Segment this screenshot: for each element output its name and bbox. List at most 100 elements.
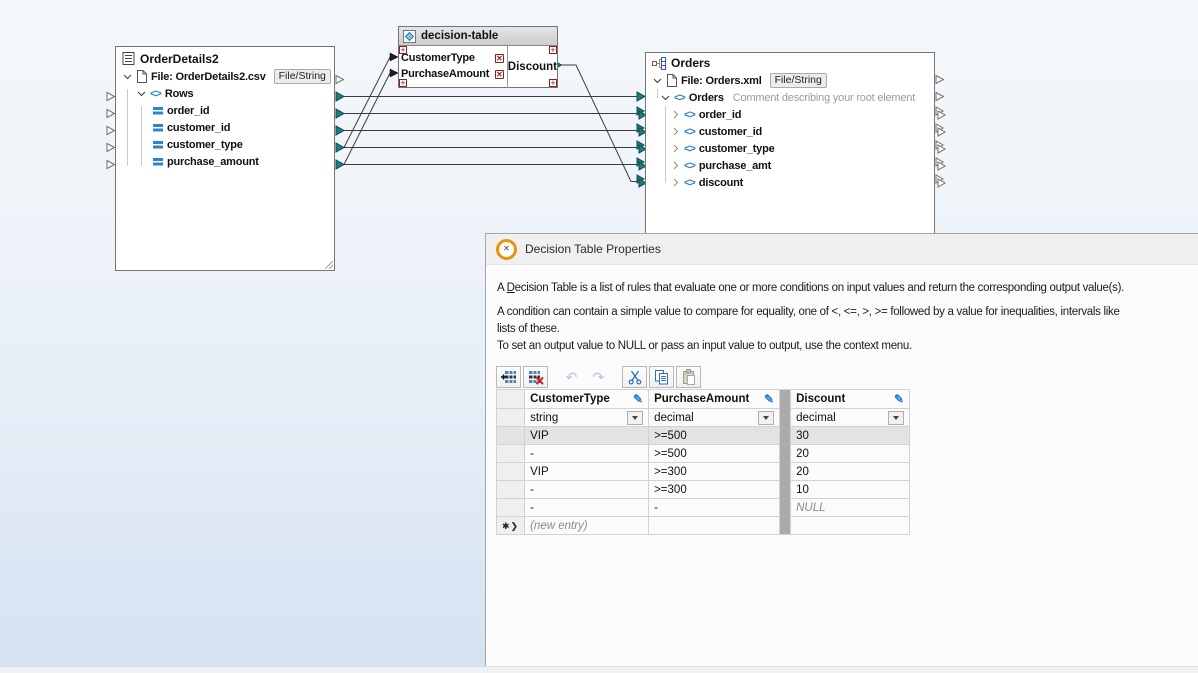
add-input-icon[interactable]: +	[399, 46, 407, 54]
cut-button[interactable]	[622, 366, 647, 388]
tree-row-file[interactable]: File: Orders.xml File/String	[646, 72, 934, 89]
new-entry-cell[interactable]: (new entry)	[525, 517, 649, 535]
column-header-discount[interactable]: ✎Discount	[791, 390, 910, 409]
undo-button[interactable]: ↶	[559, 366, 584, 388]
redo-button[interactable]: ↷	[586, 366, 611, 388]
node-label: customer_id	[167, 122, 230, 134]
tree-row-field[interactable]: customer_type	[116, 136, 334, 153]
file-string-badge[interactable]: File/String	[770, 73, 827, 88]
row-header-cell[interactable]	[497, 481, 525, 499]
column-header-purchaseamount[interactable]: ✎PurchaseAmount	[649, 390, 780, 409]
tree-row-file[interactable]: File: OrderDetails2.csv File/String	[116, 68, 334, 85]
grid-cell[interactable]	[649, 517, 780, 535]
grid-rule-row: - >=300 10	[497, 481, 910, 499]
remove-input-icon[interactable]: ✕	[495, 70, 504, 79]
copy-button[interactable]	[649, 366, 674, 388]
row-header-cell[interactable]	[497, 445, 525, 463]
source-output-connectors[interactable]	[336, 76, 344, 170]
grid-cell[interactable]: -	[525, 499, 649, 517]
add-output-icon[interactable]: +	[549, 79, 557, 87]
field-equals-icon	[153, 106, 163, 115]
source-input-connectors[interactable]	[107, 93, 115, 169]
target-output-connectors[interactable]	[936, 76, 945, 188]
grid-cell[interactable]: >=500	[649, 427, 780, 445]
type-select-purchaseamount[interactable]: decimal	[649, 409, 780, 427]
row-header-cell[interactable]	[497, 499, 525, 517]
grid-cell[interactable]: >=300	[649, 463, 780, 481]
remove-input-icon[interactable]: ✕	[495, 54, 504, 63]
grid-cell[interactable]: 20	[791, 445, 910, 463]
grid-cell[interactable]: VIP	[525, 463, 649, 481]
grid-cell[interactable]: -	[649, 499, 780, 517]
element-icon: <>	[674, 92, 685, 104]
condition-output-separator	[780, 390, 791, 535]
add-input-icon[interactable]: +	[399, 79, 407, 87]
decision-input-row[interactable]: PurchaseAmount ✕	[399, 66, 507, 82]
column-header-customertype[interactable]: ✎CustomerType	[525, 390, 649, 409]
grid-cell[interactable]: -	[525, 481, 649, 499]
tree-row-field[interactable]: <> order_id	[646, 106, 934, 123]
dropdown-button[interactable]	[888, 411, 904, 425]
tree-row-field[interactable]: <> discount	[646, 174, 934, 191]
tree-row-orders-root[interactable]: <> Orders Comment describing your root e…	[646, 89, 934, 106]
root-comment: Comment describing your root element	[733, 92, 915, 104]
tree-guide-line	[657, 89, 658, 98]
type-select-customertype[interactable]: string	[525, 409, 649, 427]
grid-cell-null[interactable]: NULL	[791, 499, 910, 517]
chevron-down-icon[interactable]	[653, 76, 662, 85]
edit-column-icon[interactable]: ✎	[764, 393, 774, 405]
element-icon: <>	[684, 143, 695, 155]
delete-row-button[interactable]	[523, 366, 548, 388]
grid-cell[interactable]: VIP	[525, 427, 649, 445]
tree-row-field[interactable]: <> customer_type	[646, 140, 934, 157]
component-orderdetails2-titlebar[interactable]: OrderDetails2	[116, 47, 334, 68]
row-header-cell[interactable]	[497, 463, 525, 481]
row-header-cell[interactable]	[497, 427, 525, 445]
resize-grip-icon[interactable]	[323, 259, 333, 269]
chevron-right-icon[interactable]	[671, 178, 680, 187]
chevron-right-icon[interactable]	[671, 110, 680, 119]
grid-cell[interactable]: 10	[791, 481, 910, 499]
insert-row-button[interactable]	[496, 366, 521, 388]
grid-cell[interactable]: -	[525, 445, 649, 463]
field-equals-icon	[153, 157, 163, 166]
grid-cell[interactable]: 30	[791, 427, 910, 445]
chevron-down-icon[interactable]	[123, 72, 132, 81]
decision-input-row[interactable]: CustomerType ✕	[399, 50, 507, 66]
tree-row-field[interactable]: <> purchase_amt	[646, 157, 934, 174]
component-decision-table[interactable]: decision-table CustomerType ✕ PurchaseAm…	[398, 26, 558, 88]
tree-row-rows[interactable]: <> Rows	[116, 85, 334, 102]
chevron-down-icon[interactable]	[661, 93, 670, 102]
decision-table-titlebar[interactable]: decision-table	[399, 27, 557, 46]
component-title: Orders	[671, 56, 710, 70]
chevron-right-icon[interactable]	[671, 127, 680, 136]
output-label: Discount	[508, 61, 557, 73]
chevron-right-icon[interactable]	[671, 161, 680, 170]
tree-row-field[interactable]: customer_id	[116, 119, 334, 136]
tree-row-field[interactable]: <> customer_id	[646, 123, 934, 140]
dropdown-button[interactable]	[758, 411, 774, 425]
add-output-icon[interactable]: +	[549, 46, 557, 54]
panel-titlebar[interactable]: ✕ Decision Table Properties	[486, 234, 1198, 265]
tree-row-field[interactable]: purchase_amount	[116, 153, 334, 170]
type-select-discount[interactable]: decimal	[791, 409, 910, 427]
file-icon	[666, 74, 677, 87]
component-orders-titlebar[interactable]: Orders	[646, 53, 934, 72]
component-orders[interactable]: Orders File: Orders.xml File/String <> O…	[645, 52, 935, 233]
dropdown-button[interactable]	[627, 411, 643, 425]
component-orderdetails2[interactable]: OrderDetails2 File: OrderDetails2.csv Fi…	[115, 46, 335, 271]
description-paragraph-2: A condition can contain a simple value t…	[497, 304, 1120, 338]
chevron-right-icon[interactable]	[671, 144, 680, 153]
file-string-badge[interactable]: File/String	[274, 69, 331, 84]
grid-cell[interactable]	[791, 517, 910, 535]
edit-column-icon[interactable]: ✎	[894, 393, 904, 405]
field-equals-icon	[153, 140, 163, 149]
grid-cell[interactable]: 20	[791, 463, 910, 481]
grid-rule-row: - - NULL	[497, 499, 910, 517]
tree-row-field[interactable]: order_id	[116, 102, 334, 119]
grid-cell[interactable]: >=300	[649, 481, 780, 499]
paste-button[interactable]	[676, 366, 701, 388]
grid-cell[interactable]: >=500	[649, 445, 780, 463]
chevron-down-icon[interactable]	[137, 89, 146, 98]
edit-column-icon[interactable]: ✎	[633, 393, 643, 405]
